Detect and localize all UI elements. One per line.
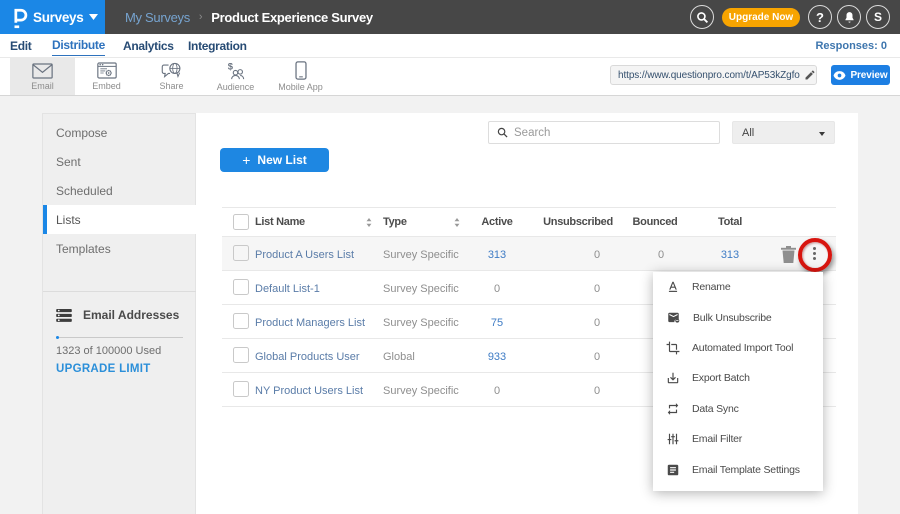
svg-text:$: $ [228,62,234,72]
